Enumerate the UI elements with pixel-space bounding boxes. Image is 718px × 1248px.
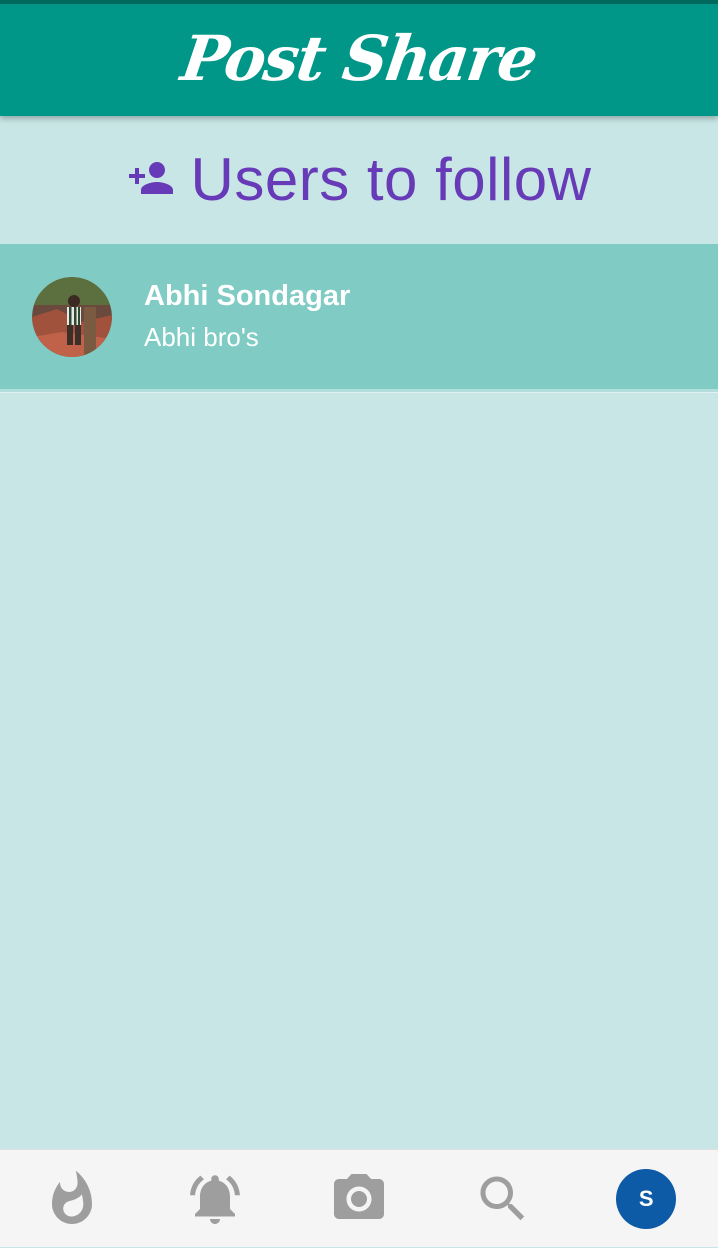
search-icon — [480, 1176, 524, 1220]
user-list: Abhi Sondagar Abhi bro's — [0, 244, 718, 393]
profile-avatar: S — [616, 1168, 677, 1229]
nav-trending[interactable] — [0, 1150, 144, 1248]
user-photo — [32, 276, 112, 357]
user-info: Abhi Sondagar Abhi bro's — [144, 278, 350, 354]
app-title: Post Share — [177, 21, 541, 95]
user-bio: Abhi bro's — [144, 321, 259, 352]
nav-notifications[interactable] — [144, 1150, 288, 1248]
nav-profile[interactable]: S — [574, 1150, 718, 1248]
bell-icon — [190, 1174, 241, 1224]
section-title: Users to follow — [190, 145, 592, 213]
section-header: Users to follow — [0, 116, 718, 244]
person-add-icon — [128, 162, 173, 194]
camera-icon — [333, 1173, 384, 1219]
user-avatar[interactable] — [32, 276, 112, 357]
flame-icon — [51, 1170, 92, 1224]
nav-camera[interactable] — [287, 1150, 431, 1248]
nav-search[interactable] — [431, 1150, 575, 1248]
bottom-navigation: S — [0, 1149, 718, 1247]
user-name: Abhi Sondagar — [144, 279, 351, 312]
user-list-item[interactable]: Abhi Sondagar Abhi bro's — [0, 244, 718, 389]
list-divider — [0, 389, 718, 393]
app-bar: Post Share — [0, 0, 718, 116]
